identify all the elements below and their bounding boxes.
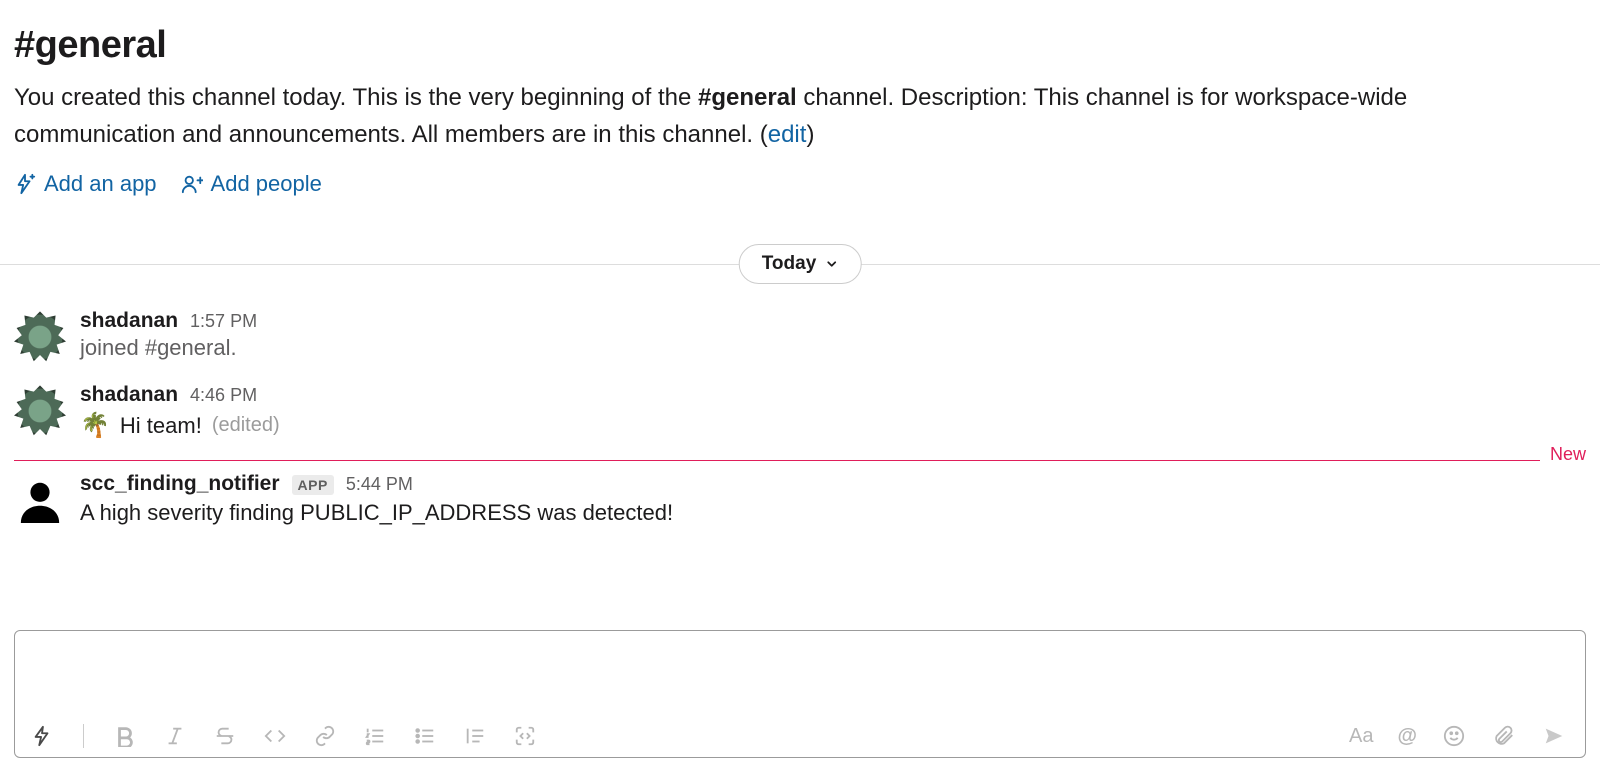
bulleted-list-button[interactable] — [412, 723, 438, 749]
bulleted-list-icon — [414, 725, 436, 747]
chevron-down-icon — [824, 257, 838, 271]
bold-button[interactable] — [112, 723, 138, 749]
italic-icon — [164, 725, 186, 747]
smile-icon — [1443, 725, 1465, 747]
format-toggle-button[interactable]: Aa — [1349, 725, 1373, 748]
send-button[interactable] — [1541, 723, 1567, 749]
new-divider-line — [14, 460, 1586, 461]
code-block-button[interactable] — [512, 723, 538, 749]
add-people-button[interactable]: Add people — [181, 171, 322, 197]
message-text: joined #general. — [80, 335, 1586, 361]
message-timestamp[interactable]: 5:44 PM — [346, 474, 413, 495]
message-row: shadanan 4:46 PM 🌴 Hi team! (edited) — [14, 377, 1586, 454]
blockquote-icon — [464, 725, 486, 747]
numbered-list-icon — [364, 725, 386, 747]
channel-desc-text: You created this channel today. This is … — [14, 84, 698, 111]
strikethrough-icon — [214, 725, 236, 747]
edit-description-link[interactable]: edit — [768, 121, 807, 148]
message-username[interactable]: shadanan — [80, 309, 178, 333]
bold-icon — [114, 725, 136, 747]
strikethrough-button[interactable] — [212, 723, 238, 749]
message-timestamp[interactable]: 1:57 PM — [190, 311, 257, 332]
paperclip-icon — [1493, 725, 1515, 747]
mention-button[interactable]: @ — [1397, 725, 1417, 748]
code-icon — [264, 725, 286, 747]
shortcuts-button[interactable] — [29, 723, 55, 749]
message-composer: Aa @ — [14, 630, 1586, 758]
palm-emoji-icon: 🌴 — [80, 411, 110, 440]
person-icon — [17, 477, 63, 523]
attach-button[interactable] — [1491, 723, 1517, 749]
toolbar-divider — [83, 724, 84, 748]
new-divider-label: New — [1540, 444, 1586, 465]
message-text: Hi team! — [120, 413, 202, 439]
message-input[interactable] — [15, 631, 1585, 717]
edited-label: (edited) — [212, 414, 280, 437]
ordered-list-button[interactable] — [362, 723, 388, 749]
avatar[interactable] — [14, 474, 66, 526]
link-icon — [314, 725, 336, 747]
add-app-button[interactable]: Add an app — [14, 171, 157, 197]
channel-description: You created this channel today. This is … — [14, 79, 1534, 153]
avatar[interactable] — [14, 385, 66, 437]
new-divider: New — [14, 454, 1586, 466]
date-divider: Today — [0, 239, 1600, 289]
message-username[interactable]: scc_finding_notifier — [80, 472, 280, 496]
link-button[interactable] — [312, 723, 338, 749]
message-timestamp[interactable]: 4:46 PM — [190, 385, 257, 406]
avatar[interactable] — [14, 311, 66, 363]
date-pill-label: Today — [762, 253, 817, 275]
channel-actions: Add an app Add people — [14, 171, 1586, 197]
message-username[interactable]: shadanan — [80, 383, 178, 407]
message-row: scc_finding_notifier APP 5:44 PM A high … — [14, 466, 1586, 540]
message-text: A high severity finding PUBLIC_IP_ADDRES… — [80, 500, 673, 526]
code-block-icon — [514, 725, 536, 747]
person-plus-icon — [181, 173, 203, 195]
send-icon — [1543, 725, 1565, 747]
add-people-label: Add people — [211, 171, 322, 197]
channel-title: #general — [14, 24, 1586, 67]
channel-desc-text3: ) — [806, 121, 814, 148]
lightning-icon — [31, 725, 53, 747]
emoji-button[interactable] — [1441, 723, 1467, 749]
app-badge: APP — [292, 475, 334, 495]
blockquote-button[interactable] — [462, 723, 488, 749]
date-pill[interactable]: Today — [739, 244, 862, 284]
lightning-plus-icon — [14, 173, 36, 195]
code-button[interactable] — [262, 723, 288, 749]
composer-toolbar: Aa @ — [15, 717, 1585, 757]
italic-button[interactable] — [162, 723, 188, 749]
message-row: shadanan 1:57 PM joined #general. — [14, 303, 1586, 377]
channel-desc-name: #general — [698, 84, 797, 111]
add-app-label: Add an app — [44, 171, 157, 197]
